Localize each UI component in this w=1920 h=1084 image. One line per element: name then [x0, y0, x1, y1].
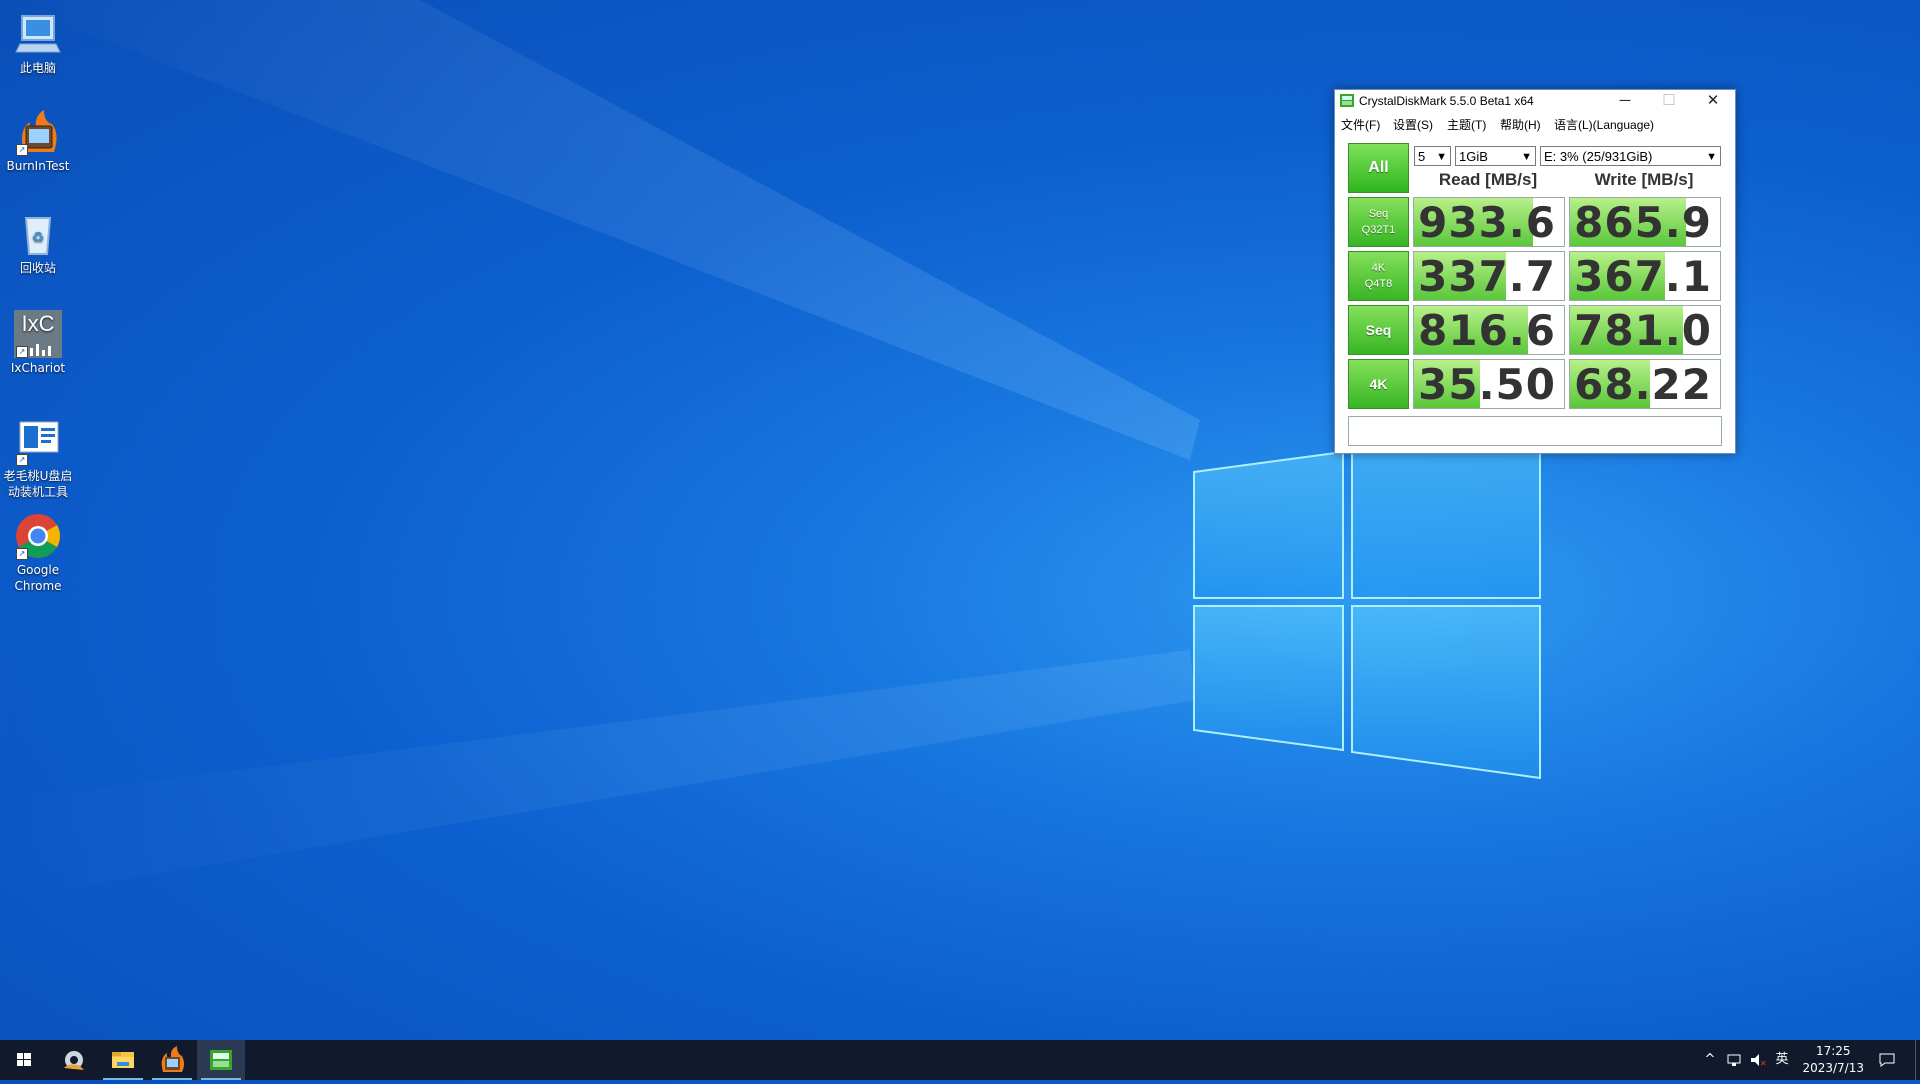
test-size-select[interactable]: 1GiB ▼: [1455, 146, 1536, 166]
result-value: 68.22: [1574, 360, 1712, 409]
shortcut-arrow-icon: ↗: [16, 548, 28, 560]
desktop-icon-label: 此电脑: [19, 61, 56, 75]
test-label: Seq: [1368, 208, 1389, 220]
laomaotao-icon: ↗: [14, 418, 62, 466]
desktop-icon-label: BurnInTest: [6, 159, 70, 173]
write-result-seq: 781.0: [1569, 305, 1721, 355]
test-size-value: 1GiB: [1459, 149, 1488, 164]
shortcut-arrow-icon: ↗: [16, 454, 28, 466]
result-value: 865.9: [1574, 198, 1712, 247]
desktop-icon-ixchariot[interactable]: IxC ↗ IxChariot: [0, 310, 76, 376]
taskbar-file-explorer[interactable]: [99, 1040, 147, 1080]
crystaldiskmark-app-icon: [1340, 94, 1354, 107]
test-button-seq-q32t1[interactable]: Seq Q32T1: [1348, 197, 1409, 247]
menu-help[interactable]: 帮助(H): [1500, 116, 1541, 133]
chevron-down-icon: ▼: [1706, 151, 1717, 163]
result-value: 367.1: [1574, 252, 1712, 301]
start-button[interactable]: [0, 1040, 48, 1080]
taskbar-clock[interactable]: 17:25 2023/7/13: [1802, 1043, 1864, 1077]
ixchariot-icon: IxC ↗: [14, 310, 62, 358]
drive-value: E: 3% (25/931GiB): [1544, 149, 1653, 164]
desktop-icon-laomaotao[interactable]: ↗ 老毛桃U盘启 动装机工具: [0, 418, 76, 500]
result-value: 337.7: [1418, 252, 1556, 301]
taskbar-crystaldiskmark[interactable]: [197, 1040, 245, 1080]
menu-file[interactable]: 文件(F): [1341, 116, 1380, 133]
folder-icon: [112, 1052, 134, 1068]
taskbar-app-setup-tool[interactable]: [50, 1040, 98, 1080]
shortcut-arrow-icon: ↗: [16, 346, 28, 358]
crystaldiskmark-window[interactable]: CrystalDiskMark 5.5.0 Beta1 x64 ─ ☐ ✕ 文件…: [1334, 89, 1736, 454]
windows-logo-icon: [17, 1053, 31, 1066]
svg-text:✕: ✕: [1760, 1059, 1766, 1067]
network-icon[interactable]: [1724, 1040, 1744, 1080]
desktop-icon-label: 回收站: [19, 261, 56, 275]
crystaldiskmark-icon: [210, 1050, 232, 1070]
test-button-4k[interactable]: 4K: [1348, 359, 1409, 409]
write-result-4k-q4t8: 367.1: [1569, 251, 1721, 301]
volume-muted-icon[interactable]: ✕: [1748, 1040, 1768, 1080]
menu-bar: 文件(F) 设置(S) 主题(T) 帮助(H) 语言(L)(Language): [1335, 113, 1735, 134]
shortcut-arrow-icon: ↗: [16, 144, 28, 156]
desktop-icon-label: 老毛桃U盘启 动装机工具: [3, 469, 73, 499]
write-result-seq-q32t1: 865.9: [1569, 197, 1721, 247]
read-result-4k: 35.50: [1413, 359, 1565, 409]
burnintest-icon: [161, 1046, 184, 1072]
svg-text:♻: ♻: [32, 230, 45, 246]
desktop-icon-chrome[interactable]: ↗ Google Chrome: [0, 512, 76, 594]
ime-indicator[interactable]: 英: [1772, 1040, 1792, 1080]
clock-date: 2023/7/13: [1802, 1061, 1864, 1075]
test-button-seq[interactable]: Seq: [1348, 305, 1409, 355]
computer-icon: [14, 10, 62, 58]
show-desktop-button[interactable]: [1915, 1040, 1920, 1080]
taskbar: ^ ✕ 英 17:25 2023/7/13: [0, 1040, 1920, 1080]
write-result-4k: 68.22: [1569, 359, 1721, 409]
test-count-select[interactable]: 5 ▼: [1414, 146, 1451, 166]
read-result-seq: 816.6: [1413, 305, 1565, 355]
result-value: 781.0: [1574, 306, 1712, 355]
test-sublabel: Q32T1: [1361, 224, 1396, 236]
ixchariot-logo-text: IxC: [21, 311, 55, 336]
taskbar-burnintest[interactable]: [148, 1040, 196, 1080]
test-button-4k-q4t8[interactable]: 4K Q4T8: [1348, 251, 1409, 301]
window-title: CrystalDiskMark 5.5.0 Beta1 x64: [1359, 94, 1534, 108]
test-label: Seq: [1365, 322, 1392, 338]
chevron-down-icon: ▼: [1436, 151, 1447, 163]
window-titlebar[interactable]: CrystalDiskMark 5.5.0 Beta1 x64 ─ ☐ ✕: [1335, 90, 1735, 113]
recycle-bin-icon: ♻: [14, 210, 62, 258]
read-header: Read [MB/s]: [1438, 170, 1538, 189]
burnintest-icon: ↗: [14, 108, 62, 156]
desktop-icon-recycle-bin[interactable]: ♻ 回收站: [0, 210, 76, 276]
read-result-4k-q4t8: 337.7: [1413, 251, 1565, 301]
chrome-icon: ↗: [14, 512, 62, 560]
read-result-seq-q32t1: 933.6: [1413, 197, 1565, 247]
result-value: 933.6: [1418, 198, 1556, 247]
menu-language[interactable]: 语言(L)(Language): [1554, 116, 1654, 133]
drive-select[interactable]: E: 3% (25/931GiB) ▼: [1540, 146, 1721, 166]
test-count-value: 5: [1418, 149, 1426, 164]
notification-center-icon[interactable]: [1874, 1040, 1900, 1080]
result-value: 816.6: [1418, 306, 1556, 355]
menu-theme[interactable]: 主题(T): [1447, 116, 1486, 133]
maximize-button[interactable]: ☐: [1647, 90, 1691, 113]
close-button[interactable]: ✕: [1691, 90, 1735, 113]
chevron-down-icon: ▼: [1521, 151, 1532, 163]
tray-overflow-chevron-icon[interactable]: ^: [1700, 1040, 1720, 1080]
comment-input[interactable]: [1348, 416, 1722, 446]
test-label: 4K: [1369, 376, 1388, 392]
desktop-icon-burnintest[interactable]: ↗ BurnInTest: [0, 108, 76, 174]
menu-settings[interactable]: 设置(S): [1393, 116, 1433, 133]
write-header: Write [MB/s]: [1594, 170, 1694, 189]
gear-fish-icon: [64, 1051, 84, 1070]
test-label: 4K: [1371, 262, 1386, 274]
desktop-icon-label: Google Chrome: [14, 563, 62, 593]
desktop-icon-computer[interactable]: 此电脑: [0, 10, 76, 76]
result-value: 35.50: [1418, 360, 1556, 409]
desktop-icon-label: IxChariot: [10, 361, 66, 375]
clock-time: 17:25: [1815, 1044, 1851, 1058]
test-sublabel: Q4T8: [1364, 278, 1393, 290]
minimize-button[interactable]: ─: [1603, 90, 1647, 113]
all-button[interactable]: All: [1348, 143, 1409, 193]
